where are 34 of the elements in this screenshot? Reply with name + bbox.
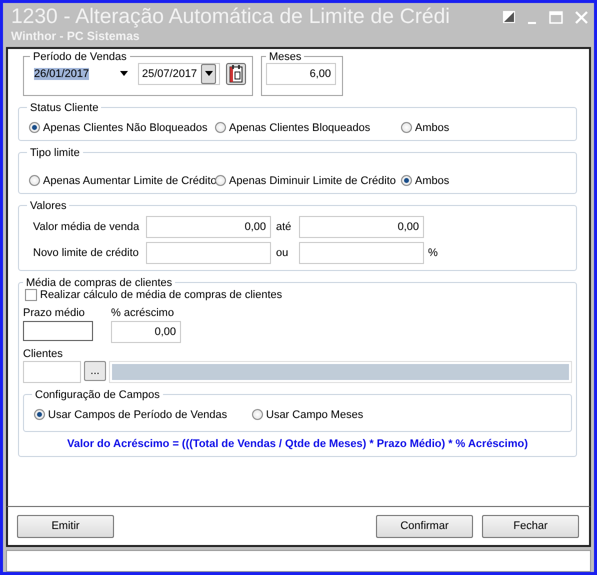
group-title: Valores bbox=[29, 200, 68, 212]
formula-text: Valor do Acréscimo = (((Total de Vendas / Qtde de Meses) * Prazo Médio) * % Acréscimo) bbox=[66, 438, 529, 450]
group-title: Configuração de Campos bbox=[34, 388, 161, 401]
dialog-button[interactable]: Fechar bbox=[482, 514, 579, 538]
field-label: Valor média de venda bbox=[33, 220, 140, 233]
field-label: ou bbox=[275, 246, 290, 259]
radio-label: Usar Campo Meses bbox=[266, 408, 364, 421]
emit-button[interactable]: Emitir bbox=[17, 514, 114, 538]
field-label: Novo limite de crédito bbox=[33, 246, 140, 259]
group-title: Tipo limite bbox=[29, 146, 81, 159]
end-date-combo[interactable]: 25/07/2017 bbox=[138, 62, 220, 85]
radio-label: Apenas Clientes Bloqueados bbox=[229, 122, 370, 134]
group-title: Média de compras de clientes bbox=[25, 276, 174, 289]
input-field[interactable]: 0,00 bbox=[146, 216, 271, 238]
radio-label: Apenas Aumentar Limite de Crédito bbox=[43, 174, 217, 187]
checkbox-label: Realizar cálculo de média de compras de clientes bbox=[40, 288, 282, 301]
radio-label: Apenas Diminuir Limite de Crédito bbox=[229, 174, 396, 187]
group-title: Período de Vendas bbox=[32, 50, 128, 63]
unit-label: % bbox=[427, 246, 439, 259]
radio-label: Ambos bbox=[415, 174, 450, 187]
dialog-button[interactable]: Confirmar bbox=[376, 514, 473, 538]
field-label: % acréscimo bbox=[111, 306, 175, 319]
radio-label: Usar Campos de Período de Vendas bbox=[48, 408, 228, 421]
input-field[interactable]: 0,00 bbox=[111, 320, 181, 343]
group-title: Status Cliente bbox=[29, 102, 100, 114]
field-label: Clientes bbox=[23, 348, 64, 360]
months-field[interactable]: 6,00 bbox=[266, 62, 336, 85]
input-field[interactable]: 0,00 bbox=[299, 216, 424, 238]
field-label: até bbox=[275, 220, 292, 233]
browse-button[interactable]: ... bbox=[84, 360, 106, 381]
radio-label: Apenas Clientes Não Bloqueados bbox=[43, 122, 208, 134]
radio-label: Ambos bbox=[415, 122, 450, 134]
group-title: Meses bbox=[268, 50, 302, 63]
field-label: Prazo médio bbox=[23, 306, 86, 319]
